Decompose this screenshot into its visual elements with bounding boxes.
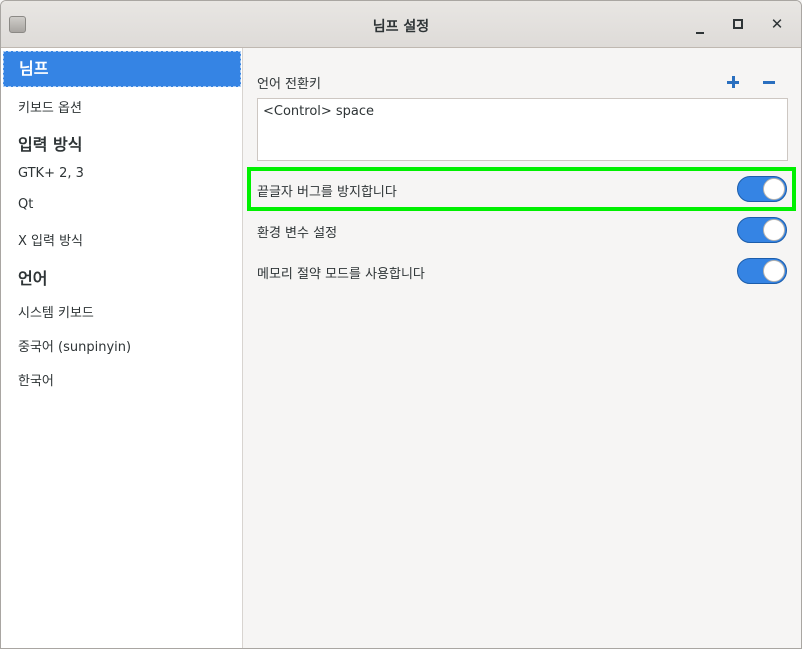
sidebar-item-label: Qt <box>18 197 34 212</box>
switch-knob <box>763 219 785 241</box>
switch-knob <box>763 260 785 282</box>
sidebar-item-label: 시스템 키보드 <box>18 306 94 321</box>
close-button[interactable]: ✕ <box>764 11 790 37</box>
sidebar-item-gtk[interactable]: GTK+ 2, 3 <box>1 166 241 181</box>
option-label: 환경 변수 설정 <box>257 226 338 241</box>
sidebar-item-label: 님프 <box>19 59 49 78</box>
sidebar-item-label: GTK+ 2, 3 <box>18 166 84 181</box>
minimize-button[interactable] <box>687 11 713 37</box>
settings-content: 언어 전환키 <Control> space 끝글자 버그를 방지합니다 환경 … <box>243 48 801 648</box>
sidebar-item-label: 중국어 (sunpinyin) <box>18 340 132 355</box>
sidebar-item-label: 키보드 옵션 <box>18 101 82 116</box>
remove-hotkey-button[interactable] <box>758 70 780 92</box>
plus-icon <box>727 76 739 88</box>
sidebar-header-label: 입력 방식 <box>18 135 83 154</box>
sidebar-header-input-method: 입력 방식 <box>1 131 241 155</box>
sidebar-item-label: 한국어 <box>18 374 54 389</box>
sidebar-header-language: 언어 <box>1 265 241 289</box>
sidebar-header-label: 언어 <box>18 269 48 288</box>
hotkey-section-label: 언어 전환키 <box>257 77 321 92</box>
sidebar-item-keyboard-options[interactable]: 키보드 옵션 <box>1 97 241 116</box>
option-label: 메모리 절약 모드를 사용합니다 <box>257 267 425 282</box>
sidebar-item-system-keyboard[interactable]: 시스템 키보드 <box>1 302 241 321</box>
sidebar-item-chinese-sunpinyin[interactable]: 중국어 (sunpinyin) <box>1 336 241 355</box>
highlight-box <box>247 167 796 211</box>
memory-saving-switch[interactable] <box>737 258 787 284</box>
sidebar-item-qt[interactable]: Qt <box>1 197 241 212</box>
maximize-icon <box>733 19 743 29</box>
close-icon: ✕ <box>770 15 784 33</box>
option-row-env-vars: 환경 변수 설정 <box>257 215 787 245</box>
sidebar-item-label: X 입력 방식 <box>18 234 84 249</box>
window-title: 님프 설정 <box>372 19 430 35</box>
env-vars-switch[interactable] <box>737 217 787 243</box>
sidebar-item-nimf[interactable]: 님프 <box>3 51 241 87</box>
settings-window: 님프 설정 ✕ 님프 키보드 옵션 입력 방식 GTK+ 2, 3 Qt X 입… <box>0 0 802 649</box>
minimize-icon <box>696 32 704 34</box>
hotkey-list[interactable]: <Control> space <box>257 98 788 161</box>
sidebar-item-korean[interactable]: 한국어 <box>1 370 241 389</box>
sidebar-item-x-input-method[interactable]: X 입력 방식 <box>1 230 241 249</box>
sidebar: 님프 키보드 옵션 입력 방식 GTK+ 2, 3 Qt X 입력 방식 언어 … <box>1 48 243 648</box>
maximize-button[interactable] <box>725 11 751 37</box>
add-hotkey-button[interactable] <box>722 70 744 92</box>
hotkey-entry[interactable]: <Control> space <box>263 104 374 119</box>
titlebar[interactable]: 님프 설정 ✕ <box>1 1 801 48</box>
option-row-memory-saving: 메모리 절약 모드를 사용합니다 <box>257 256 787 286</box>
minus-icon <box>763 81 775 84</box>
